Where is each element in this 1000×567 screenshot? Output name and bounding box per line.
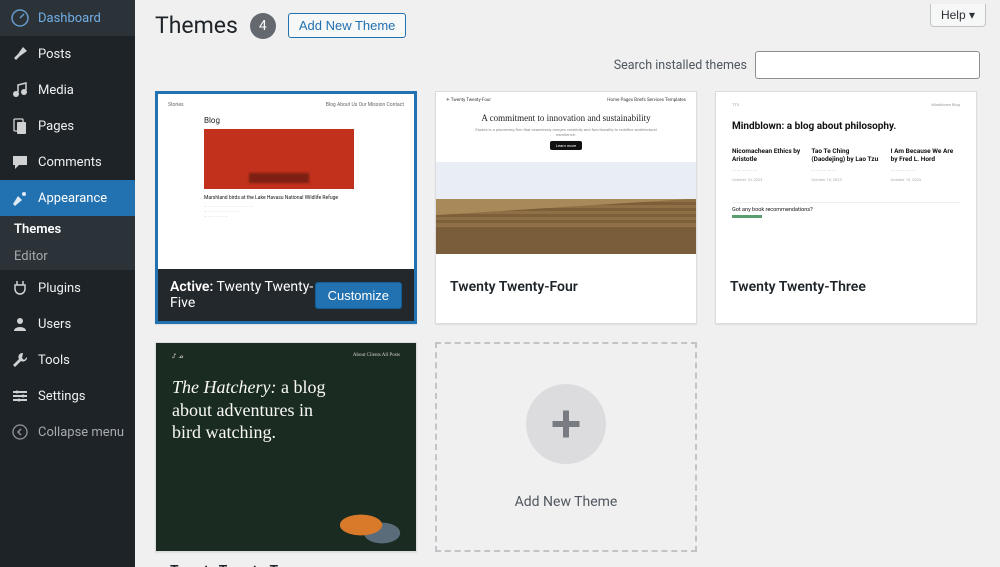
theme-screenshot: ✳ Twenty Twenty-FourHome Pages Briefs Se…: [436, 92, 696, 267]
active-theme-footer: Active: Twenty Twenty-Five Customize: [158, 269, 414, 321]
theme-screenshot: StoriesBlog About Us Our Mission Contact…: [158, 94, 414, 269]
page-title: Themes: [155, 12, 238, 39]
search-input[interactable]: [755, 51, 980, 79]
active-prefix: Active:: [170, 279, 213, 295]
page-icon: [10, 116, 30, 136]
media-icon: [10, 80, 30, 100]
theme-name: Twenty Twenty-Four: [436, 267, 696, 307]
theme-card[interactable]: ✳ Twenty Twenty-FourHome Pages Briefs Se…: [435, 91, 697, 324]
sidebar-label: Tools: [38, 353, 70, 368]
admin-sidebar: Dashboard Posts Media Pages Comments App…: [0, 0, 135, 567]
users-icon: [10, 314, 30, 334]
sidebar-item-users[interactable]: Users: [0, 306, 135, 342]
search-label: Search installed themes: [614, 58, 747, 73]
theme-screenshot: TT3Mindblown Blog Mindblown: a blog abou…: [716, 92, 976, 267]
pin-icon: [10, 44, 30, 64]
sidebar-label: Dashboard: [38, 11, 101, 26]
sidebar-label: Comments: [38, 155, 102, 170]
search-row: Search installed themes: [155, 51, 980, 79]
sidebar-label: Media: [38, 83, 74, 98]
plus-icon: [526, 384, 606, 464]
main-content: Help ▾ Themes 4 Add New Theme Search ins…: [135, 0, 1000, 567]
tools-icon: [10, 350, 30, 370]
sidebar-label: Settings: [38, 389, 85, 404]
sidebar-label: Pages: [38, 119, 74, 134]
theme-name: Twenty Twenty-Three: [716, 267, 976, 307]
theme-count-badge: 4: [250, 13, 276, 39]
screen-meta-links: Help ▾: [930, 4, 986, 27]
sidebar-item-dashboard[interactable]: Dashboard: [0, 0, 135, 36]
theme-card-active[interactable]: StoriesBlog About Us Our Mission Contact…: [155, 91, 417, 324]
theme-screenshot: ᔑᓄAbout Clients All Posts The Hatchery: …: [156, 343, 416, 551]
theme-name: Twenty Twenty-Two: [156, 551, 416, 567]
sidebar-item-comments[interactable]: Comments: [0, 144, 135, 180]
sidebar-label: Plugins: [38, 281, 81, 296]
add-new-theme-card[interactable]: Add New Theme: [435, 342, 697, 552]
sidebar-item-settings[interactable]: Settings: [0, 378, 135, 414]
collapse-icon: [10, 422, 30, 442]
sidebar-label: Collapse menu: [38, 425, 124, 440]
sidebar-label: Appearance: [38, 191, 107, 206]
sidebar-label: Posts: [38, 47, 71, 62]
dashboard-icon: [10, 8, 30, 28]
page-header: Themes 4 Add New Theme: [155, 12, 980, 39]
help-toggle[interactable]: Help ▾: [930, 4, 986, 27]
sidebar-item-posts[interactable]: Posts: [0, 36, 135, 72]
sidebar-item-pages[interactable]: Pages: [0, 108, 135, 144]
appearance-icon: [10, 188, 30, 208]
sidebar-label: Users: [38, 317, 71, 332]
theme-card[interactable]: TT3Mindblown Blog Mindblown: a blog abou…: [715, 91, 977, 324]
add-new-card-label: Add New Theme: [515, 494, 618, 510]
sidebar-item-tools[interactable]: Tools: [0, 342, 135, 378]
sidebar-item-collapse[interactable]: Collapse menu: [0, 414, 135, 450]
comments-icon: [10, 152, 30, 172]
sidebar-sub-themes[interactable]: Themes: [0, 216, 135, 243]
sidebar-item-appearance[interactable]: Appearance: [0, 180, 135, 216]
customize-button[interactable]: Customize: [315, 282, 402, 309]
plugins-icon: [10, 278, 30, 298]
sidebar-submenu-appearance: Themes Editor: [0, 216, 135, 270]
settings-icon: [10, 386, 30, 406]
sidebar-item-media[interactable]: Media: [0, 72, 135, 108]
add-new-theme-button[interactable]: Add New Theme: [288, 13, 407, 38]
theme-card[interactable]: ᔑᓄAbout Clients All Posts The Hatchery: …: [155, 342, 417, 552]
themes-grid: StoriesBlog About Us Our Mission Contact…: [155, 91, 980, 552]
sidebar-item-plugins[interactable]: Plugins: [0, 270, 135, 306]
sidebar-sub-editor[interactable]: Editor: [0, 243, 135, 270]
